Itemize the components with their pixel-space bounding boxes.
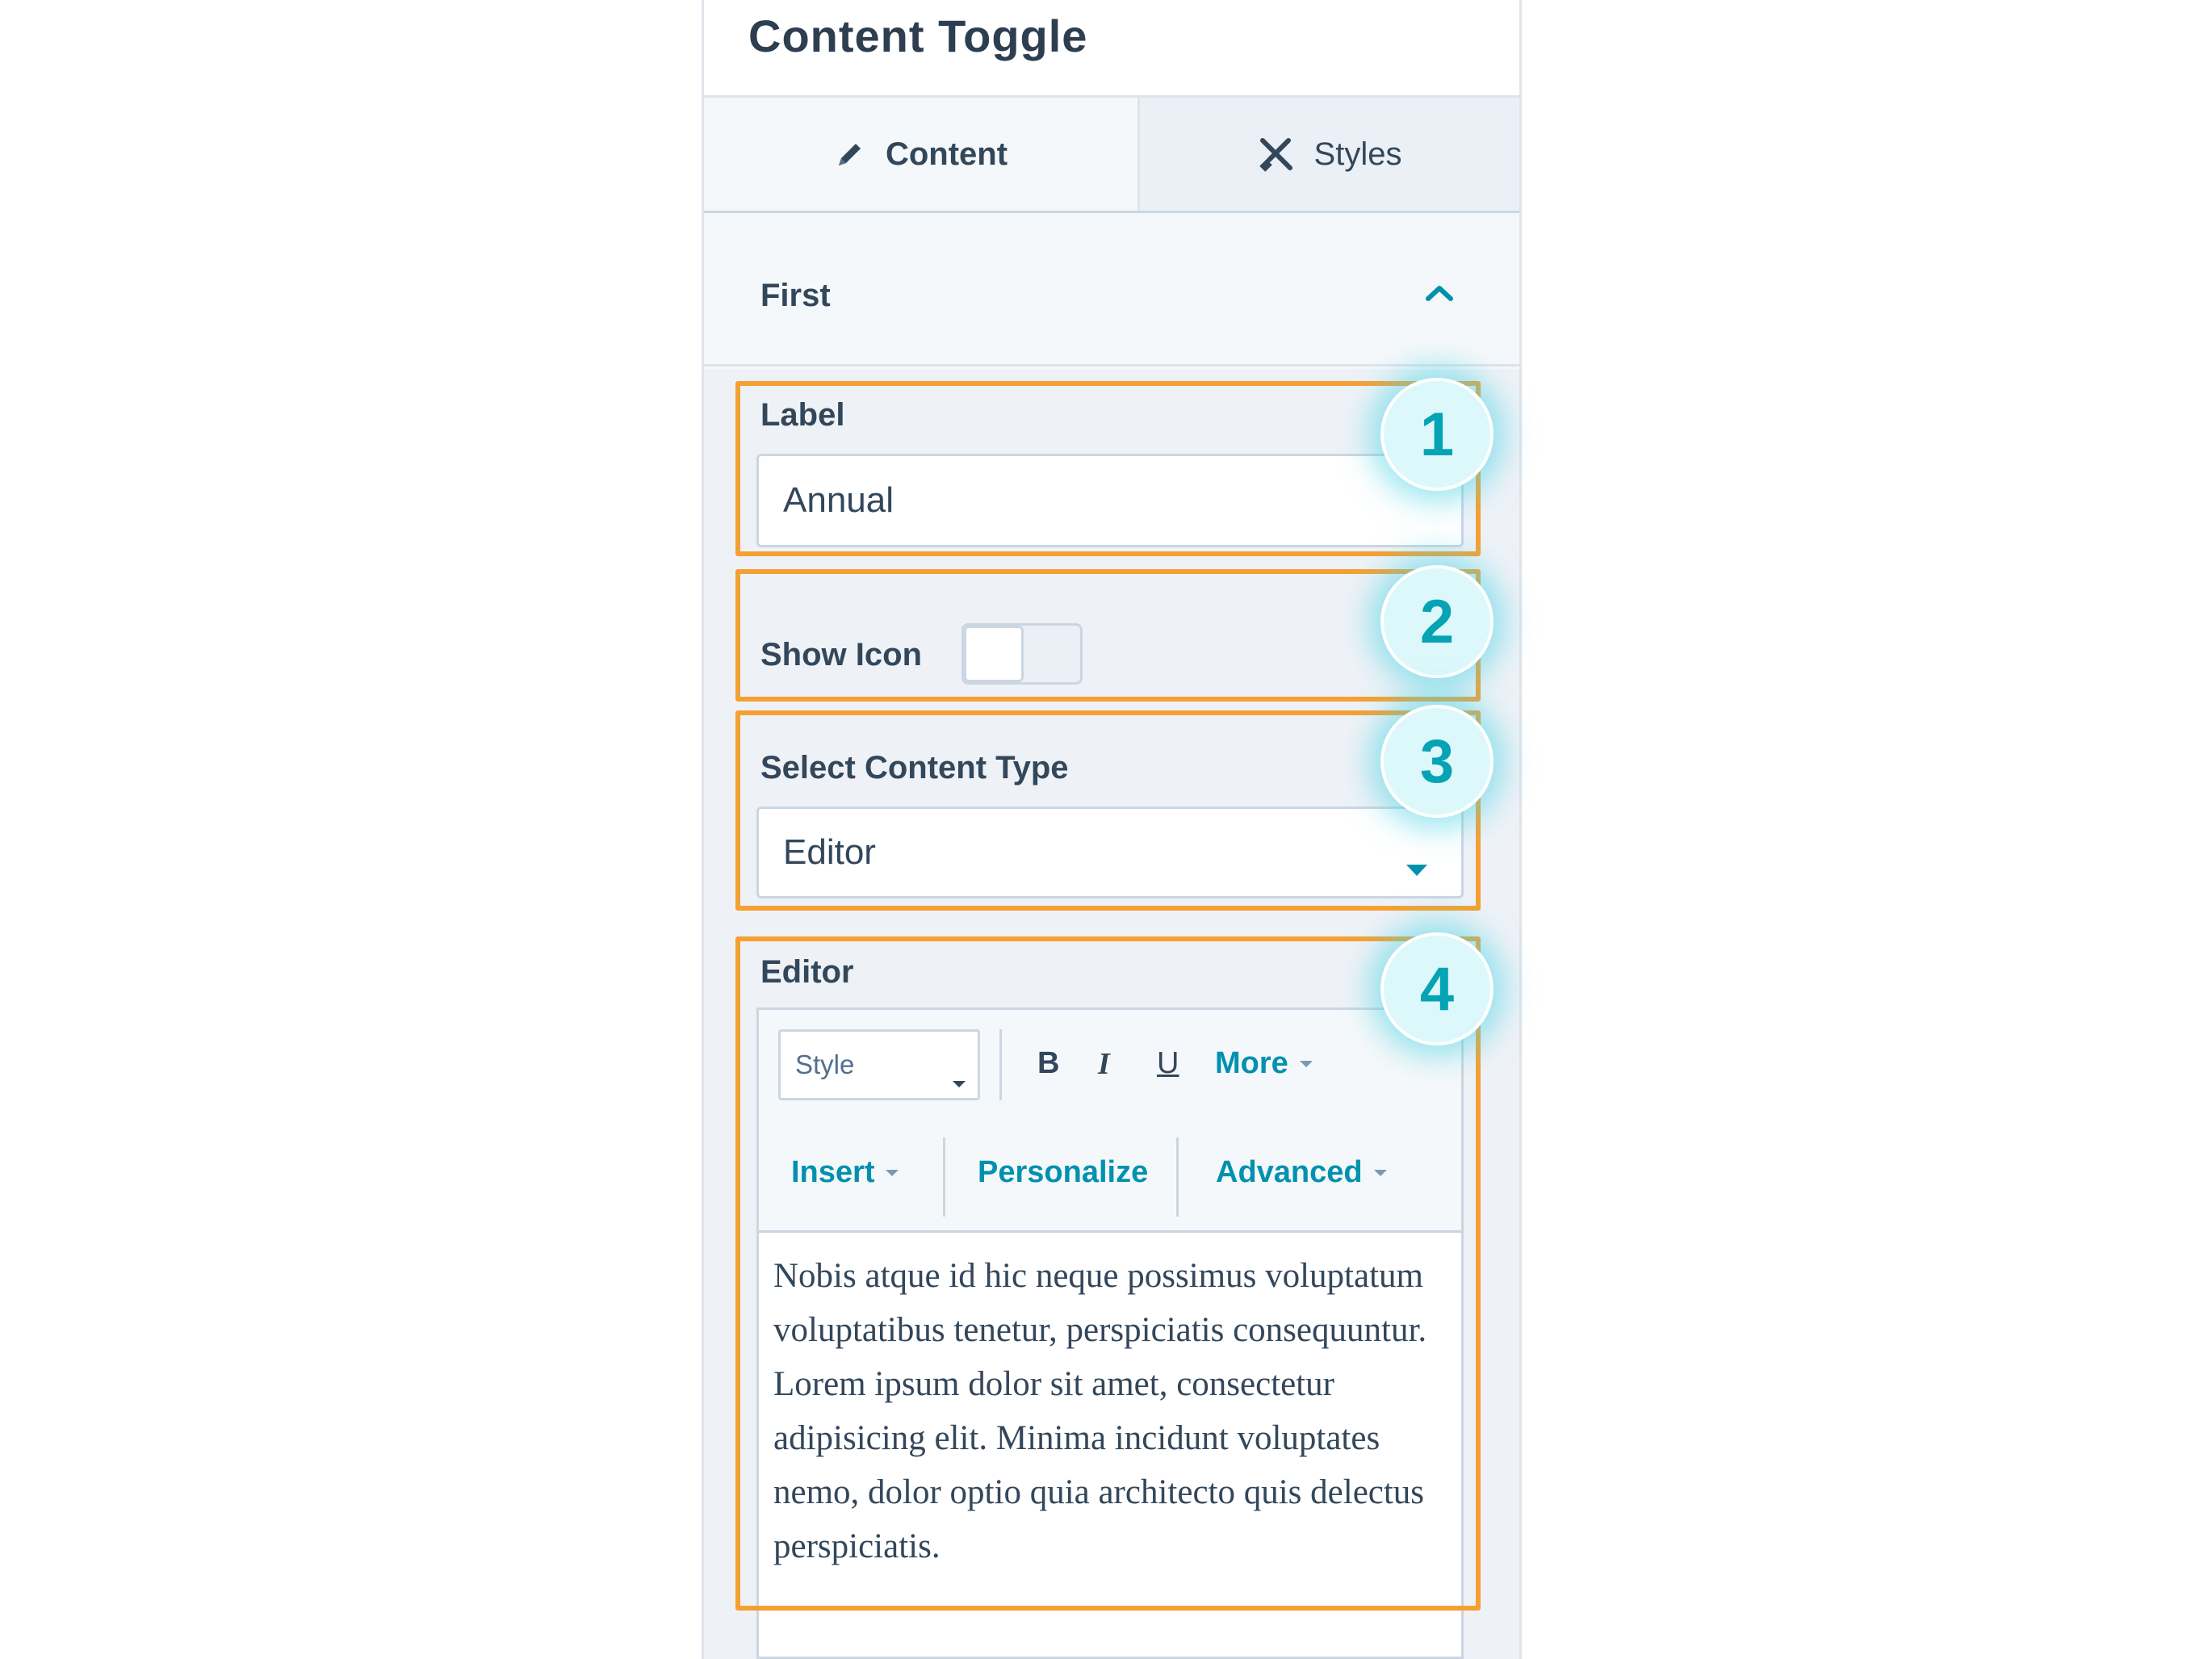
styles-icon <box>1258 136 1295 173</box>
panel-header: Content Toggle <box>704 0 1519 98</box>
pencil-icon <box>834 138 866 170</box>
tab-bar: Content Styles <box>704 98 1519 213</box>
tab-styles[interactable]: Styles <box>1140 98 1519 211</box>
tab-styles-label: Styles <box>1313 136 1402 172</box>
highlight-box-content-type <box>735 710 1481 911</box>
callout-badge-1: 1 <box>1380 378 1494 491</box>
callout-badge-4: 4 <box>1380 932 1494 1045</box>
section-title: First <box>760 278 831 313</box>
panel-title: Content Toggle <box>748 10 1088 61</box>
callout-badge-3: 3 <box>1380 705 1494 818</box>
section-first-header[interactable]: First <box>704 213 1519 367</box>
tab-content[interactable]: Content <box>704 98 1140 211</box>
highlight-box-show-icon <box>735 569 1481 702</box>
callout-badge-2: 2 <box>1380 565 1494 678</box>
highlight-box-editor <box>735 936 1481 1611</box>
tab-content-label: Content <box>885 136 1008 172</box>
chevron-up-icon[interactable] <box>1425 284 1454 306</box>
highlight-box-label <box>735 381 1481 556</box>
